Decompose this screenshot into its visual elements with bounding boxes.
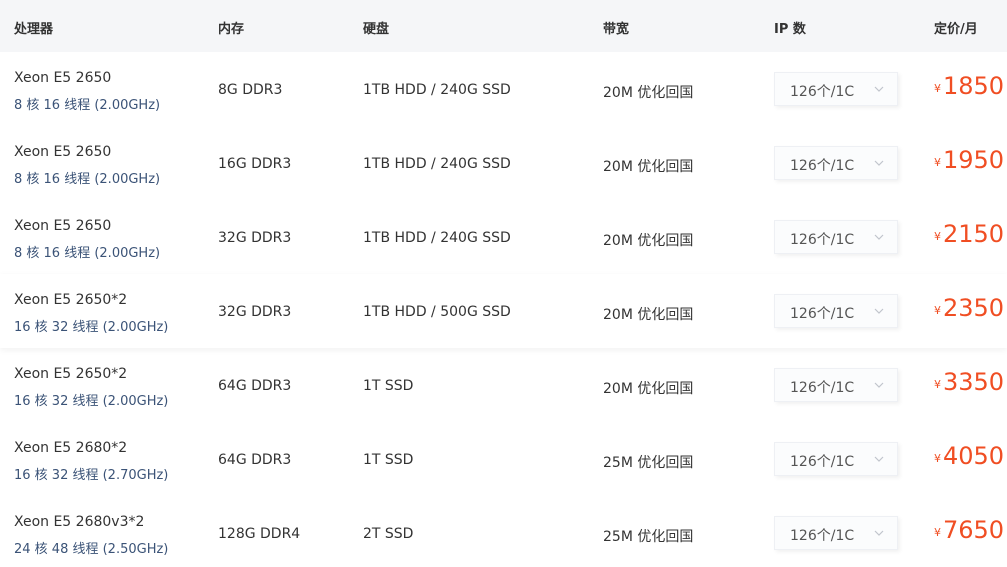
- cpu-model: Xeon E5 2680*2: [14, 440, 128, 456]
- price-value: 1950: [943, 146, 1005, 174]
- chevron-down-icon: [874, 86, 884, 92]
- table-row: Xeon E5 2650*2 16 核 32 线程 (2.00GHz) 32G DD…: [0, 274, 1007, 348]
- ip-count-select[interactable]: 126个/1C: [774, 146, 898, 180]
- header-price: 定价/月: [934, 22, 978, 37]
- price-value: 2150: [943, 220, 1005, 248]
- ram-value: 32G DDR3: [218, 230, 292, 246]
- price-value: 4050: [943, 442, 1005, 470]
- price: ¥4050: [934, 442, 1004, 470]
- currency-symbol: ¥: [934, 452, 941, 465]
- ip-count-select[interactable]: 126个/1C: [774, 72, 898, 106]
- ip-count-value: 126个/1C: [790, 84, 855, 100]
- bandwidth-value: 25M 优化回国: [603, 529, 694, 545]
- ram-value: 16G DDR3: [218, 156, 292, 172]
- ip-count-select[interactable]: 126个/1C: [774, 442, 898, 476]
- disk-value: 1TB HDD / 500G SSD: [363, 304, 511, 320]
- ram-value: 64G DDR3: [218, 452, 292, 468]
- chevron-down-icon: [874, 160, 884, 166]
- disk-value: 1TB HDD / 240G SSD: [363, 230, 511, 246]
- cpu-model: Xeon E5 2650*2: [14, 292, 128, 308]
- bandwidth-value: 25M 优化回国: [603, 455, 694, 471]
- bandwidth-value: 20M 优化回国: [603, 233, 694, 249]
- price: ¥7650: [934, 516, 1004, 544]
- chevron-down-icon: [874, 308, 884, 314]
- cpu-model: Xeon E5 2650: [14, 218, 112, 234]
- ip-count-value: 126个/1C: [790, 158, 855, 174]
- currency-symbol: ¥: [934, 82, 941, 95]
- price-value: 7650: [943, 516, 1005, 544]
- disk-value: 1T SSD: [363, 452, 414, 468]
- table-header: 处理器 内存 硬盘 带宽 IP 数 定价/月: [0, 0, 1007, 52]
- table-row: Xeon E5 2650 8 核 16 线程 (2.00GHz) 8G DDR3 1T…: [0, 52, 1007, 126]
- table-row: Xeon E5 2650 8 核 16 线程 (2.00GHz) 32G DDR3 1…: [0, 200, 1007, 274]
- table-row: Xeon E5 2680v3*2 24 核 48 线程 (2.50GHz) 128G…: [0, 496, 1007, 567]
- table-row: Xeon E5 2650 8 核 16 线程 (2.00GHz) 16G DDR3 1…: [0, 126, 1007, 200]
- price: ¥2350: [934, 294, 1004, 322]
- ip-count-select[interactable]: 126个/1C: [774, 294, 898, 328]
- ip-count-select[interactable]: 126个/1C: [774, 516, 898, 550]
- ip-count-value: 126个/1C: [790, 454, 855, 470]
- ip-count-select[interactable]: 126个/1C: [774, 368, 898, 402]
- header-ram: 内存: [218, 22, 245, 37]
- currency-symbol: ¥: [934, 526, 941, 539]
- ip-count-value: 126个/1C: [790, 528, 855, 544]
- ram-value: 128G DDR4: [218, 526, 301, 542]
- table-row: Xeon E5 2680*2 16 核 32 线程 (2.70GHz) 64G DD…: [0, 422, 1007, 496]
- cpu-spec: 8 核 16 线程 (2.00GHz): [14, 98, 161, 113]
- currency-symbol: ¥: [934, 378, 941, 391]
- server-pricing-table: 处理器 内存 硬盘 带宽 IP 数 定价/月 Xeon E5 2650 8 核 1…: [0, 0, 1007, 567]
- cpu-model: Xeon E5 2650: [14, 70, 112, 86]
- currency-symbol: ¥: [934, 156, 941, 169]
- disk-value: 1TB HDD / 240G SSD: [363, 82, 511, 98]
- cpu-spec: 16 核 32 线程 (2.00GHz): [14, 320, 169, 335]
- ram-value: 64G DDR3: [218, 378, 292, 394]
- disk-value: 1T SSD: [363, 378, 414, 394]
- ip-count-select[interactable]: 126个/1C: [774, 220, 898, 254]
- price: ¥2150: [934, 220, 1004, 248]
- cpu-model: Xeon E5 2680v3*2: [14, 514, 145, 530]
- ram-value: 32G DDR3: [218, 304, 292, 320]
- ip-count-value: 126个/1C: [790, 306, 855, 322]
- disk-value: 2T SSD: [363, 526, 414, 542]
- disk-value: 1TB HDD / 240G SSD: [363, 156, 511, 172]
- currency-symbol: ¥: [934, 230, 941, 243]
- chevron-down-icon: [874, 530, 884, 536]
- bandwidth-value: 20M 优化回国: [603, 307, 694, 323]
- header-ip: IP 数: [774, 22, 806, 37]
- table-row: Xeon E5 2650*2 16 核 32 线程 (2.00GHz) 64G DD…: [0, 348, 1007, 422]
- cpu-spec: 8 核 16 线程 (2.00GHz): [14, 172, 161, 187]
- ip-count-value: 126个/1C: [790, 380, 855, 396]
- cpu-model: Xeon E5 2650: [14, 144, 112, 160]
- price-value: 3350: [943, 368, 1005, 396]
- cpu-spec: 24 核 48 线程 (2.50GHz): [14, 542, 169, 557]
- header-disk: 硬盘: [363, 22, 390, 37]
- bandwidth-value: 20M 优化回国: [603, 159, 694, 175]
- currency-symbol: ¥: [934, 304, 941, 317]
- cpu-spec: 8 核 16 线程 (2.00GHz): [14, 246, 161, 261]
- header-bandwidth: 带宽: [603, 22, 630, 37]
- price: ¥3350: [934, 368, 1004, 396]
- ip-count-value: 126个/1C: [790, 232, 855, 248]
- header-cpu: 处理器: [14, 22, 54, 37]
- cpu-spec: 16 核 32 线程 (2.00GHz): [14, 394, 169, 409]
- chevron-down-icon: [874, 382, 884, 388]
- bandwidth-value: 20M 优化回国: [603, 381, 694, 397]
- price: ¥1850: [934, 72, 1004, 100]
- price-value: 2350: [943, 294, 1005, 322]
- chevron-down-icon: [874, 234, 884, 240]
- price: ¥1950: [934, 146, 1004, 174]
- ram-value: 8G DDR3: [218, 82, 283, 98]
- cpu-spec: 16 核 32 线程 (2.70GHz): [14, 468, 169, 483]
- bandwidth-value: 20M 优化回国: [603, 85, 694, 101]
- price-value: 1850: [943, 72, 1005, 100]
- cpu-model: Xeon E5 2650*2: [14, 366, 128, 382]
- chevron-down-icon: [874, 456, 884, 462]
